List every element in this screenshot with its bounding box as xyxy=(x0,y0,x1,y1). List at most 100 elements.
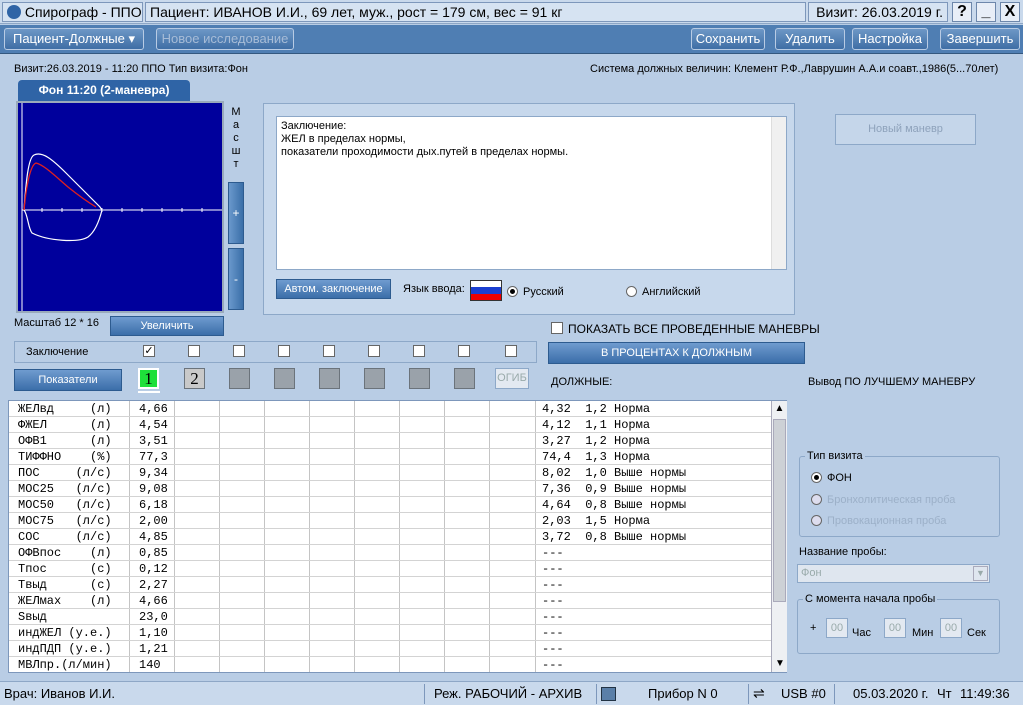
minimize-button[interactable]: _ xyxy=(976,2,996,22)
visit-type-fon-radio[interactable] xyxy=(811,472,822,483)
maneuver-tab[interactable]: Фон 11:20 (2-маневра) xyxy=(18,80,190,101)
seconds-field[interactable]: 00 xyxy=(940,618,962,638)
indicators-button[interactable]: Показатели xyxy=(14,369,122,391)
ogib-button[interactable]: ОГИБ xyxy=(495,368,529,389)
table-row[interactable]: ПОС (л/с) 9,34 8,02 1,0 Выше нормы xyxy=(9,465,773,481)
table-row[interactable]: Tпос (с) 0,12 --- xyxy=(9,561,773,577)
row-value: 4,66 xyxy=(139,402,168,416)
show-all-checkbox[interactable] xyxy=(551,322,563,334)
conclusion-row-label: Заключение xyxy=(26,346,89,358)
minutes-field[interactable]: 00 xyxy=(884,618,906,638)
visit-type-broncho-radio[interactable] xyxy=(811,494,822,505)
help-button[interactable]: ? xyxy=(952,2,972,22)
zoom-out-button[interactable]: - xyxy=(228,248,244,310)
device-icon xyxy=(601,687,616,701)
new-maneuver-button[interactable]: Новый маневр xyxy=(835,114,976,145)
percent-due-button[interactable]: В ПРОЦЕНТАХ К ДОЛЖНЫМ xyxy=(548,342,805,364)
delete-button[interactable]: Удалить xyxy=(775,28,845,50)
russia-flag-icon xyxy=(470,280,502,301)
table-row[interactable]: СОС (л/с) 4,85 3,72 0,8 Выше нормы xyxy=(9,529,773,545)
conclusion-checkbox-7[interactable] xyxy=(413,345,425,357)
best-maneuver-label: Вывод ПО ЛУЧШЕМУ МАНЕВРУ xyxy=(808,376,976,388)
row-due: --- xyxy=(542,626,564,640)
table-row[interactable]: ТИФФНО (%) 77,3 74,4 1,3 Норма xyxy=(9,449,773,465)
scroll-down-icon[interactable]: ▼ xyxy=(772,656,788,672)
maneuver-slot-8[interactable] xyxy=(454,368,475,389)
row-param: Sвыд xyxy=(18,610,47,624)
conclusion-checkbox-2[interactable] xyxy=(188,345,200,357)
table-row[interactable]: МОС25 (л/с) 9,08 7,36 0,9 Выше нормы xyxy=(9,481,773,497)
conclusion-checkbox-5[interactable] xyxy=(323,345,335,357)
row-due: 3,27 1,2 Норма xyxy=(542,434,651,448)
maneuver-slot-5[interactable] xyxy=(319,368,340,389)
maneuver-slot-3[interactable] xyxy=(229,368,250,389)
conclusion-checkbox-8[interactable] xyxy=(458,345,470,357)
maneuver-slot-6[interactable] xyxy=(364,368,385,389)
scale-vertical-label: М а с ш т xyxy=(231,106,241,170)
settings-button[interactable]: Настройка xyxy=(852,28,928,50)
maneuver-1-button[interactable]: 1 xyxy=(138,368,159,389)
table-row[interactable]: МВЛпр.(л/мин) 140 --- xyxy=(9,657,773,672)
table-row[interactable]: ФЖЕЛ (л) 4,54 4,12 1,1 Норма xyxy=(9,417,773,433)
chevron-down-icon: ▼ xyxy=(973,566,988,581)
close-button[interactable]: X xyxy=(1000,2,1020,22)
visit-type-provoc-radio[interactable] xyxy=(811,515,822,526)
table-row[interactable]: Sвыд 23,0 --- xyxy=(9,609,773,625)
row-param: индЖЕЛ (у.е.) xyxy=(18,626,112,640)
test-name-label: Название пробы: xyxy=(799,546,887,558)
save-button[interactable]: Сохранить xyxy=(691,28,765,50)
conclusion-checkbox-3[interactable] xyxy=(233,345,245,357)
hours-field[interactable]: 00 xyxy=(826,618,848,638)
row-due: 74,4 1,3 Норма xyxy=(542,450,651,464)
zoom-in-button[interactable]: + xyxy=(228,182,244,244)
scroll-thumb[interactable] xyxy=(773,419,786,602)
table-row[interactable]: ОФВ1 (л) 3,51 3,27 1,2 Норма xyxy=(9,433,773,449)
table-row[interactable]: индПДП (у.е.) 1,21 --- xyxy=(9,641,773,657)
text-scrollbar[interactable] xyxy=(771,117,786,269)
mode-status: Реж. РАБОЧИЙ - АРХИВ xyxy=(434,686,583,701)
conclusion-checkbox-4[interactable] xyxy=(278,345,290,357)
scroll-up-icon[interactable]: ▲ xyxy=(772,401,787,417)
row-param: индПДП (у.е.) xyxy=(18,642,112,656)
test-name-select[interactable]: Фон ▼ xyxy=(797,564,990,583)
lang-ru-radio[interactable] xyxy=(507,286,518,297)
row-value: 9,08 xyxy=(139,482,168,496)
row-value: 77,3 xyxy=(139,450,168,464)
table-row[interactable]: индЖЕЛ (у.е.) 1,10 --- xyxy=(9,625,773,641)
table-scrollbar[interactable]: ▲ ▼ xyxy=(771,401,787,672)
row-due: --- xyxy=(542,594,564,608)
conclusion-checkbox-1[interactable]: ✓ xyxy=(143,345,155,357)
visit-type-provoc-label: Провокационная проба xyxy=(827,515,947,527)
row-param: ФЖЕЛ (л) xyxy=(18,418,112,432)
row-value: 2,00 xyxy=(139,514,168,528)
seconds-label: Сек xyxy=(967,627,986,639)
row-param: СОС (л/с) xyxy=(18,530,112,544)
table-row[interactable]: ЖЕЛвд (л) 4,66 4,32 1,2 Норма xyxy=(9,401,773,417)
new-study-button[interactable]: Новое исследование xyxy=(156,28,294,50)
show-all-label: ПОКАЗАТЬ ВСЕ ПРОВЕДЕННЫЕ МАНЕВРЫ xyxy=(568,322,820,336)
norm-system: Система должных величин: Клемент Р.Ф.,Ла… xyxy=(590,63,999,75)
table-row[interactable]: ОФВпос (л) 0,85 --- xyxy=(9,545,773,561)
table-row[interactable]: МОС50 (л/с) 6,18 4,64 0,8 Выше нормы xyxy=(9,497,773,513)
conclusion-checkbox-6[interactable] xyxy=(368,345,380,357)
patient-due-dropdown[interactable]: Пациент-Должные ▾ xyxy=(4,28,144,50)
since-start-plus: + xyxy=(810,622,817,634)
finish-button[interactable]: Завершить xyxy=(940,28,1020,50)
usb-status: USB #0 xyxy=(781,686,826,701)
auto-conclusion-button[interactable]: Автом. заключение xyxy=(276,279,391,299)
maneuver-slot-4[interactable] xyxy=(274,368,295,389)
lang-ru-label: Русский xyxy=(523,286,564,298)
conclusion-text[interactable]: Заключение: ЖЕЛ в пределах нормы, показа… xyxy=(276,116,787,270)
maneuver-slot-7[interactable] xyxy=(409,368,430,389)
row-due: 4,32 1,2 Норма xyxy=(542,402,651,416)
lang-en-radio[interactable] xyxy=(626,286,637,297)
maneuver-2-button[interactable]: 2 xyxy=(184,368,205,389)
table-row[interactable]: МОС75 (л/с) 2,00 2,03 1,5 Норма xyxy=(9,513,773,529)
table-row[interactable]: Tвыд (с) 2,27 --- xyxy=(9,577,773,593)
table-row[interactable]: ЖЕЛмах (л) 4,66 --- xyxy=(9,593,773,609)
conclusion-checkbox-9[interactable] xyxy=(505,345,517,357)
row-value: 1,10 xyxy=(139,626,168,640)
dow-status: Чт xyxy=(937,686,952,701)
enlarge-button[interactable]: Увеличить xyxy=(110,316,224,336)
row-param: Tпос (с) xyxy=(18,562,112,576)
